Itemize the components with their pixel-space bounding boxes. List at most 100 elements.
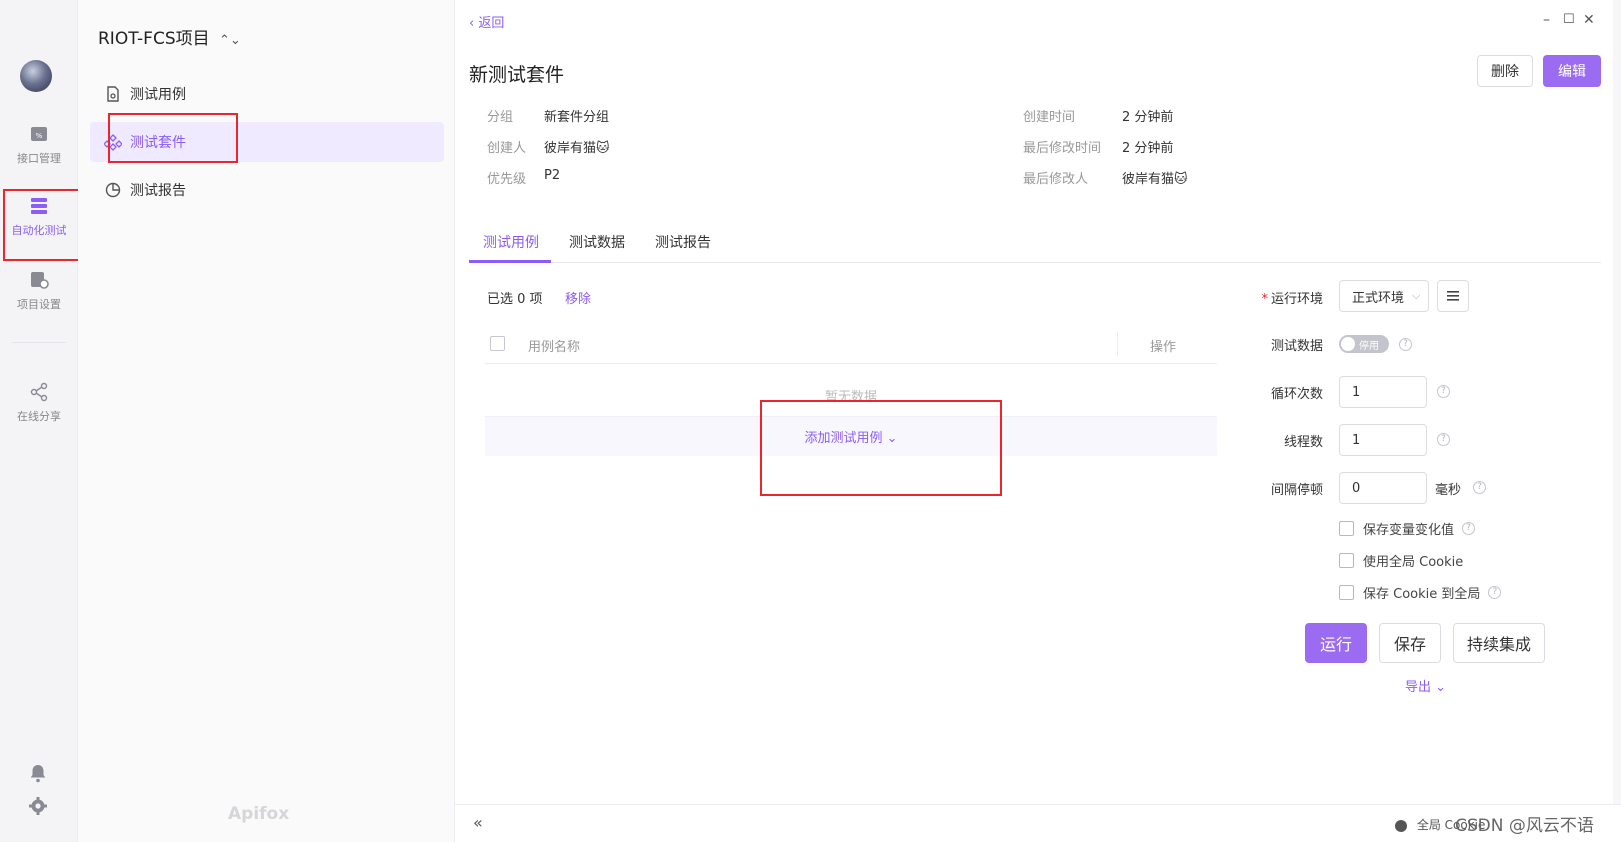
selected-count: 已选 0 项 (487, 292, 543, 307)
settings-doc-icon (31, 272, 49, 289)
meta-label: 创建时间 (1023, 110, 1076, 125)
highlight-box (760, 400, 1002, 496)
edit-button[interactable]: 编辑 (1543, 55, 1601, 87)
save-button[interactable]: 保存 (1379, 623, 1441, 663)
minimize-icon[interactable]: – (1543, 12, 1550, 28)
tab-test-data[interactable]: 测试数据 (569, 232, 625, 252)
project-name: RIOT-FCS项目 (98, 29, 210, 49)
thread-count-input[interactable]: 1 (1339, 424, 1427, 456)
rail-divider (12, 342, 66, 343)
rail-item-label: 项目设置 (17, 298, 61, 311)
checkbox-label: 保存变量变化值 (1363, 523, 1455, 538)
rail-item-online-share[interactable]: 在线分享 (0, 382, 78, 424)
env-label-text: 运行环境 (1270, 292, 1323, 307)
required-marker: * (1261, 292, 1268, 307)
checkbox-box (1339, 521, 1354, 536)
toggle-label: 停用 (1359, 340, 1379, 352)
chevron-down-icon: ⌵ (1412, 289, 1421, 302)
test-data-toggle[interactable]: 停用 (1339, 335, 1389, 353)
meta-value: 2 分钟前 (1122, 141, 1174, 156)
project-switcher[interactable]: RIOT-FCS项目 ⌃⌄ (98, 24, 241, 49)
run-button[interactable]: 运行 (1305, 623, 1367, 663)
tab-test-cases[interactable]: 测试用例 (483, 232, 539, 252)
brand-name: Apifox (228, 804, 290, 824)
icon-rail: % 接口管理 自动化测试 项目设置 在线分享 (0, 0, 78, 842)
maximize-icon[interactable]: ☐ (1563, 12, 1575, 27)
share-icon (30, 382, 48, 402)
select-all-checkbox[interactable] (490, 336, 505, 351)
checkbox-box (1339, 585, 1354, 600)
interval-label: 间隔停顿 (1270, 483, 1323, 498)
meta-value: P2 (544, 168, 561, 183)
cookie-icon (1395, 819, 1407, 832)
avatar[interactable] (20, 60, 52, 92)
rail-item-api-management[interactable]: % 接口管理 (0, 124, 78, 166)
menu-icon (1447, 291, 1459, 301)
env-select-value: 正式环境 (1352, 290, 1405, 306)
meta-value: 彼岸有猫🐱 (544, 141, 610, 156)
main-panel: ‹ 返回 – ☐ ✕ 新测试套件 删除 编辑 分组 新套件分组 创建人 彼岸有猫… (455, 0, 1621, 842)
svg-text:%: % (36, 132, 43, 140)
table-header: 用例名称 操作 (485, 324, 1217, 364)
watermark: CSDN @风云不语 (1455, 816, 1594, 836)
highlight-box (108, 113, 238, 163)
checkbox-box (1339, 553, 1354, 568)
rail-item-label: 接口管理 (17, 152, 61, 165)
apifox-logo: Apifox (228, 804, 289, 824)
meta-value: 新套件分组 (544, 110, 610, 125)
interval-input[interactable]: 0 (1339, 472, 1427, 504)
meta-label: 最后修改人 (1023, 172, 1089, 187)
export-dropdown[interactable]: 导出 ⌄ (1405, 676, 1446, 695)
sidebar-item-test-cases[interactable]: 测试用例 (90, 74, 444, 114)
highlight-box (3, 189, 89, 261)
checkbox-label: 使用全局 Cookie (1363, 555, 1464, 570)
back-link[interactable]: ‹ 返回 (469, 12, 504, 31)
sidebar-item-label: 测试报告 (130, 183, 186, 199)
meta-value: 2 分钟前 (1122, 110, 1174, 125)
save-cookie-checkbox[interactable]: 保存 Cookie 到全局 ? (1339, 583, 1502, 602)
thread-label: 线程数 (1283, 435, 1323, 450)
loop-count-input[interactable]: 1 (1339, 376, 1427, 408)
tab-test-reports[interactable]: 测试报告 (655, 232, 711, 252)
meta-label: 最后修改时间 (1023, 141, 1102, 156)
help-icon[interactable]: ? (1473, 481, 1486, 494)
document-icon (107, 86, 119, 102)
help-icon[interactable]: ? (1488, 586, 1502, 599)
toggle-knob (1341, 337, 1355, 351)
meta-label: 分组 (487, 110, 514, 125)
column-header-name: 用例名称 (528, 340, 581, 355)
checkbox-label: 保存 Cookie 到全局 (1363, 587, 1481, 602)
gear-icon[interactable] (27, 795, 49, 817)
chevron-updown-icon: ⌃⌄ (219, 33, 241, 48)
bell-icon[interactable] (27, 762, 49, 784)
global-cookie-checkbox[interactable]: 使用全局 Cookie (1339, 551, 1463, 570)
env-label: * 运行环境 (1243, 288, 1323, 307)
column-header-action: 操作 (1150, 340, 1177, 355)
ci-button[interactable]: 持续集成 (1453, 623, 1545, 663)
scrollbar[interactable] (1613, 0, 1621, 804)
help-icon[interactable]: ? (1462, 522, 1476, 535)
api-icon: % (31, 127, 47, 141)
meta-value: 彼岸有猫🐱 (1122, 172, 1188, 187)
delete-button[interactable]: 删除 (1477, 55, 1533, 87)
env-manage-button[interactable] (1437, 280, 1469, 312)
status-bar: « 全局 Cookie CSDN @风云不语 (455, 804, 1621, 842)
collapse-sidebar-button[interactable]: « (473, 813, 483, 832)
app-window: % 接口管理 自动化测试 项目设置 在线分享 RIOT-FCS项目 ⌃⌄ 测试用… (0, 0, 1621, 842)
loop-label: 循环次数 (1270, 387, 1323, 402)
help-icon[interactable]: ? (1437, 433, 1450, 446)
active-tab-indicator (469, 260, 551, 263)
sidebar-item-test-reports[interactable]: 测试报告 (90, 170, 444, 210)
env-select[interactable]: 正式环境 ⌵ (1339, 280, 1429, 312)
help-icon[interactable]: ? (1437, 385, 1450, 398)
remove-button[interactable]: 移除 (565, 288, 591, 307)
tabs-divider (469, 262, 1601, 263)
save-variable-checkbox[interactable]: 保存变量变化值 ? (1339, 519, 1476, 538)
page-title: 新测试套件 (469, 64, 565, 86)
help-icon[interactable]: ? (1399, 338, 1412, 351)
rail-item-project-settings[interactable]: 项目设置 (0, 270, 78, 312)
close-icon[interactable]: ✕ (1583, 12, 1595, 28)
pie-chart-icon (105, 182, 121, 198)
rail-item-label: 在线分享 (17, 410, 61, 423)
meta-label: 优先级 (487, 172, 527, 187)
